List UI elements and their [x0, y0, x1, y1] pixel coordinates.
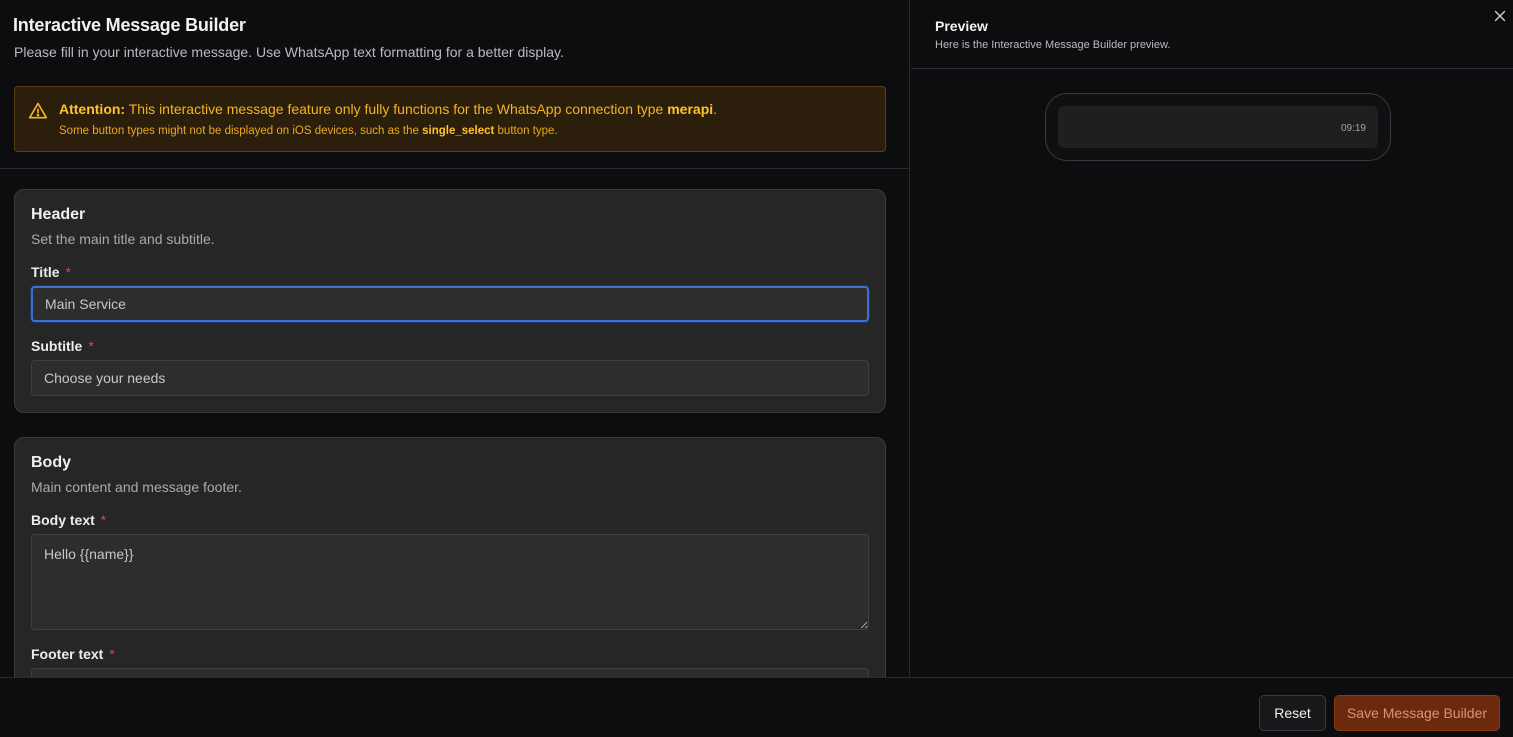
- body-section-title: Body: [31, 454, 71, 471]
- alert-line-1: Attention: This interactive message feat…: [59, 101, 718, 117]
- builder-form-panel: Interactive Message Builder Please fill …: [0, 0, 910, 677]
- warning-triangle-icon: [28, 102, 48, 119]
- required-marker: *: [100, 512, 107, 528]
- button-type: single_select: [422, 125, 495, 137]
- title-input[interactable]: [31, 286, 869, 322]
- message-bubble: 09:19: [1058, 106, 1378, 148]
- footer-text-input[interactable]: [31, 668, 869, 677]
- subtitle-input[interactable]: [31, 360, 869, 396]
- header-section-card: Header Set the main title and subtitle. …: [14, 189, 886, 413]
- dialog-footer: Reset Save Message Builder: [0, 677, 1513, 737]
- page-title: Interactive Message Builder: [13, 15, 246, 35]
- body-text-field-label: Body text *: [31, 512, 107, 528]
- footer-text-field-label: Footer text *: [31, 646, 115, 662]
- close-icon[interactable]: [1493, 9, 1507, 23]
- phone-preview-frame: 09:19: [1045, 93, 1391, 161]
- save-message-builder-button[interactable]: Save Message Builder: [1334, 695, 1500, 731]
- divider: [0, 168, 909, 169]
- alert-label: Attention:: [59, 101, 126, 117]
- preview-panel: Preview Here is the Interactive Message …: [911, 0, 1513, 677]
- required-marker: *: [109, 646, 115, 662]
- required-marker: *: [65, 264, 71, 280]
- page-description: Please fill in your interactive message.…: [14, 44, 564, 60]
- message-builder-dialog: Interactive Message Builder Please fill …: [0, 0, 1513, 737]
- reset-button[interactable]: Reset: [1259, 695, 1326, 731]
- header-section-title: Header: [31, 206, 86, 223]
- alert-line-2: Some button types might not be displayed…: [59, 125, 558, 137]
- header-section-subtitle: Set the main title and subtitle.: [31, 231, 215, 247]
- body-text-textarea[interactable]: Hello {{name}}: [31, 534, 869, 630]
- preview-description: Here is the Interactive Message Builder …: [935, 39, 1171, 51]
- body-section-card: Body Main content and message footer. Bo…: [14, 437, 886, 677]
- body-section-subtitle: Main content and message footer.: [31, 479, 242, 495]
- title-field-label: Title *: [31, 264, 71, 280]
- required-marker: *: [88, 338, 94, 354]
- message-time: 09:19: [1340, 123, 1366, 134]
- preview-title: Preview: [935, 18, 988, 34]
- attention-alert: Attention: This interactive message feat…: [14, 86, 886, 152]
- subtitle-field-label: Subtitle *: [31, 338, 94, 354]
- divider: [911, 68, 1513, 69]
- connection-type: merapi: [667, 101, 714, 117]
